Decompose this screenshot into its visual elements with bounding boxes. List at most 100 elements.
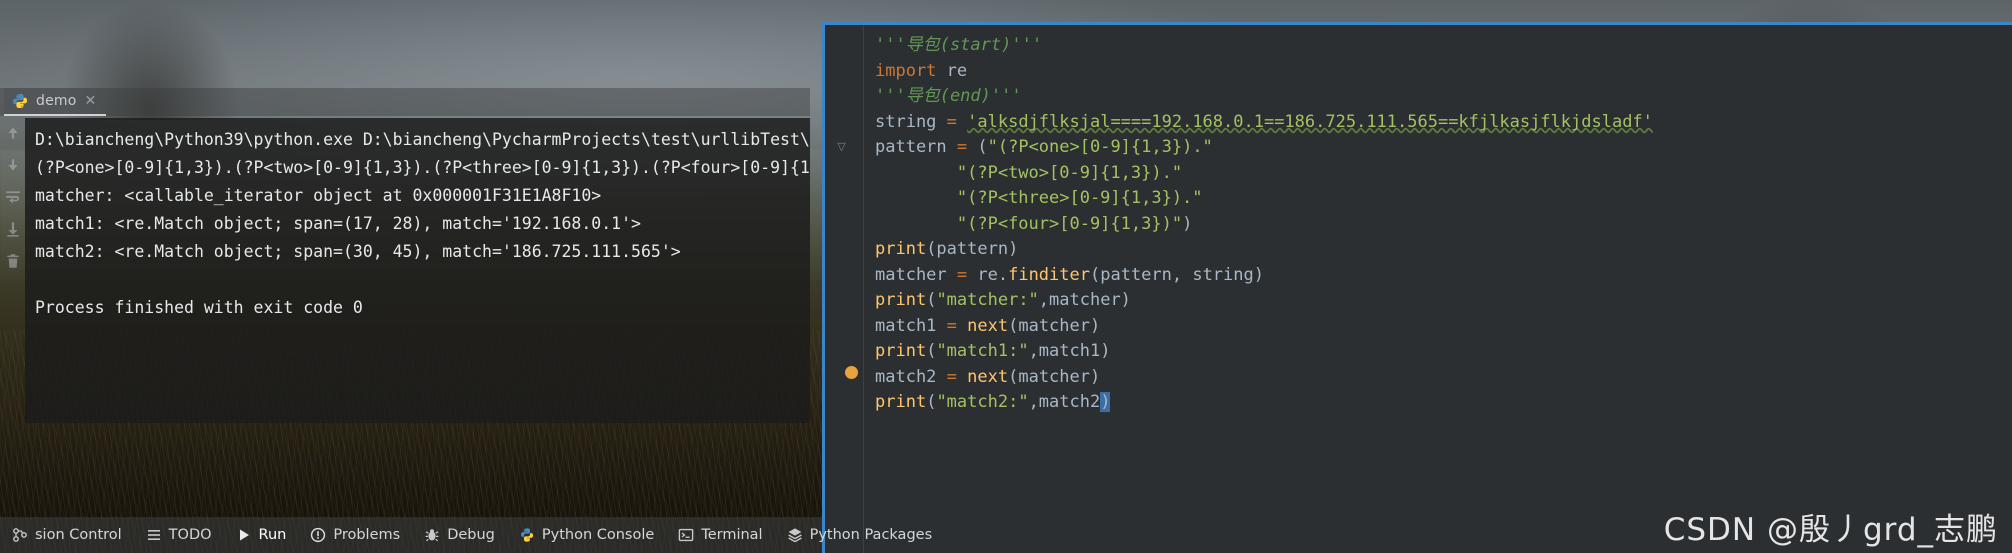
code-token: matcher xyxy=(875,264,957,285)
code-token: match2 xyxy=(875,366,947,387)
code-token: print xyxy=(875,392,927,412)
code-token: string xyxy=(875,111,947,132)
code-token: next xyxy=(967,315,1009,336)
code-token: re. xyxy=(967,264,1009,285)
ide-window: demo ✕ D:\biancheng\Python39\python.exe … xyxy=(0,0,2012,553)
code-line: match2 = next(matcher) xyxy=(875,365,2012,391)
trash-icon[interactable] xyxy=(4,252,22,270)
tool-window-button-problems[interactable]: Problems xyxy=(298,517,412,553)
packages-icon xyxy=(787,527,803,543)
code-token: = xyxy=(946,366,957,387)
code-token: ( xyxy=(926,341,937,361)
run-console-output[interactable]: D:\biancheng\Python39\python.exe D:\bian… xyxy=(25,118,810,423)
code-token: = xyxy=(956,264,968,285)
code-token: "(?P<three>[0-9]{1,3})." xyxy=(956,188,1203,208)
code-editor[interactable]: ▽ '''导包(start)''' import re '''导包(end)''' s… xyxy=(822,22,2012,553)
tool-window-button-label: Python Packages xyxy=(809,527,933,543)
code-line: "(?P<three>[0-9]{1,3})." xyxy=(875,186,2012,212)
debug-bug-icon xyxy=(424,527,440,543)
code-line: print("match1:",match1) xyxy=(875,339,2012,365)
code-token: "(?P<one>[0-9]{1,3})." xyxy=(987,137,1213,157)
breakpoint-icon[interactable] xyxy=(845,366,858,379)
code-line: '''导包(start)''' xyxy=(875,33,2012,59)
tool-window-button-python-console[interactable]: Python Console xyxy=(507,517,666,553)
code-token: re xyxy=(936,60,968,81)
tool-window-button-label: Debug xyxy=(447,527,495,543)
editor-gutter[interactable]: ▽ xyxy=(825,25,863,553)
code-line: pattern = ("(?P<one>[0-9]{1,3})." xyxy=(875,135,2012,161)
code-token: ) xyxy=(1100,392,1111,412)
problems-icon xyxy=(310,527,326,543)
scroll-to-end-icon[interactable] xyxy=(4,220,22,238)
code-line: string = 'alksdjflksjal====192.168.0.1==… xyxy=(875,110,2012,136)
code-token: print xyxy=(875,290,927,310)
tool-window-button-todo[interactable]: TODO xyxy=(134,517,224,553)
code-line: print(pattern) xyxy=(875,237,2012,263)
tool-window-button-label: sion Control xyxy=(35,527,122,543)
code-token: ( xyxy=(926,290,937,310)
code-line: import re xyxy=(875,59,2012,85)
code-token: "(?P<four>[0-9]{1,3})" xyxy=(956,213,1183,234)
code-line: matcher = re.finditer(pattern, string) xyxy=(875,263,2012,289)
code-token: = xyxy=(946,111,957,132)
tool-window-button-label: Python Console xyxy=(541,527,655,543)
close-icon[interactable]: ✕ xyxy=(85,94,97,108)
tool-window-button-label: Run xyxy=(258,527,287,543)
console-line: match1: <re.Match object; span=(17, 28),… xyxy=(35,214,641,233)
todo-list-icon xyxy=(146,527,162,543)
run-tab-label: demo xyxy=(36,93,77,109)
code-token: "matcher:" xyxy=(936,290,1039,310)
code-token: (matcher) xyxy=(1008,366,1101,387)
console-line: Process finished with exit code 0 xyxy=(35,298,363,317)
fold-arrow-icon[interactable]: ▽ xyxy=(835,140,848,153)
code-token: print xyxy=(875,341,927,361)
tool-window-button-terminal[interactable]: Terminal xyxy=(666,517,774,553)
tool-window-bar[interactable]: sion Control TODO Run Problems Debug Python C… xyxy=(0,517,932,553)
code-line: print("matcher:",matcher) xyxy=(875,288,2012,314)
editor-gutter-separator xyxy=(863,25,864,553)
code-token: '''导包(start)''' xyxy=(875,35,1043,55)
tool-window-button-label: TODO xyxy=(168,527,212,543)
code-token: = xyxy=(956,137,968,157)
run-tab-demo[interactable]: demo ✕ xyxy=(4,88,107,116)
code-token: pattern xyxy=(875,137,957,157)
python-console-icon xyxy=(519,527,535,543)
console-line: matcher: <callable_iterator object at 0x… xyxy=(35,186,602,205)
editor-code-area[interactable]: '''导包(start)''' import re '''导包(end)''' str… xyxy=(867,25,2012,553)
version-control-icon xyxy=(12,527,28,543)
console-line: match2: <re.Match object; span=(30, 45),… xyxy=(35,242,681,261)
run-console-toolbar xyxy=(0,118,25,423)
code-line: '''导包(end)''' xyxy=(875,84,2012,110)
code-token: 'alksdjflksjal====192.168.0.1==186.725.1… xyxy=(967,111,1653,132)
terminal-icon xyxy=(678,527,694,543)
tool-window-button-label: Problems xyxy=(333,527,401,543)
code-token: ,matcher) xyxy=(1038,290,1131,310)
code-token: ,match1) xyxy=(1028,341,1111,361)
code-token: (pattern, string) xyxy=(1089,264,1264,285)
tool-window-button-sion-control[interactable]: sion Control xyxy=(0,517,134,553)
soft-wrap-icon[interactable] xyxy=(4,188,22,206)
scroll-up-icon[interactable] xyxy=(4,124,22,142)
run-tool-window: demo ✕ D:\biancheng\Python39\python.exe … xyxy=(0,88,810,423)
watermark-text: CSDN @殷丿grd_志鹏 xyxy=(1663,512,1998,548)
code-token: "(?P<two>[0-9]{1,3})." xyxy=(956,162,1183,183)
scroll-down-icon[interactable] xyxy=(4,156,22,174)
code-line: match1 = next(matcher) xyxy=(875,314,2012,340)
code-token: = xyxy=(946,315,957,336)
tool-window-button-python-packages[interactable]: Python Packages xyxy=(775,517,945,553)
code-token: import xyxy=(875,60,937,81)
code-token: "match2:" xyxy=(936,392,1029,412)
run-tab-bar: demo ✕ xyxy=(0,88,810,116)
code-token: next xyxy=(967,366,1009,387)
code-token: ,match2 xyxy=(1028,392,1101,412)
console-line: D:\biancheng\Python39\python.exe D:\bian… xyxy=(35,130,810,149)
run-play-icon xyxy=(236,527,252,543)
python-file-icon xyxy=(12,93,28,109)
code-token: ) xyxy=(1182,213,1193,234)
tool-window-button-debug[interactable]: Debug xyxy=(412,517,507,553)
code-token: ( xyxy=(967,137,988,157)
tool-window-button-run[interactable]: Run xyxy=(224,517,299,553)
